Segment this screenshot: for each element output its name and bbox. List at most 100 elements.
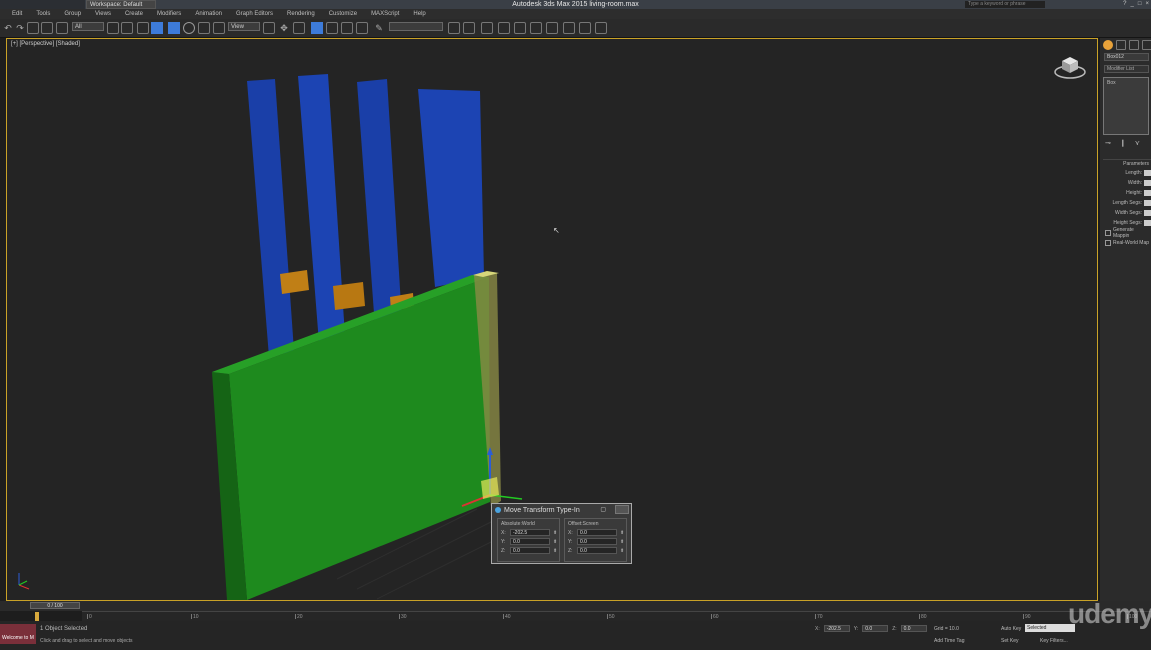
param-height-segs-field[interactable] <box>1144 220 1151 226</box>
percent-snap-icon[interactable] <box>341 22 353 34</box>
menu-create[interactable]: Create <box>125 9 143 19</box>
link-icon[interactable] <box>27 22 39 34</box>
menu-maxscript[interactable]: MAXScript <box>371 9 399 19</box>
place-icon[interactable] <box>213 22 225 34</box>
render-setup-icon[interactable] <box>579 22 591 34</box>
show-end-result-icon[interactable]: ❙ <box>1120 139 1126 147</box>
viewcube-icon[interactable] <box>1053 53 1087 81</box>
window-crossing-icon[interactable] <box>151 22 163 34</box>
window-controls: ? _ □ × <box>1123 0 1149 9</box>
menu-group[interactable]: Group <box>64 9 81 19</box>
hierarchy-tab-icon[interactable] <box>1129 40 1139 50</box>
minimize-button[interactable]: _ <box>1131 0 1134 9</box>
help-icon[interactable]: ? <box>1123 0 1126 9</box>
undo-icon[interactable]: ↶ <box>2 22 14 34</box>
menu-customize[interactable]: Customize <box>329 9 357 19</box>
graphite-toggle-icon[interactable] <box>514 22 526 34</box>
menu-animation[interactable]: Animation <box>195 9 222 19</box>
coord-y-label: Y: <box>853 625 859 632</box>
time-slider[interactable]: 0 / 100 <box>30 602 80 609</box>
stack-item-box[interactable]: Box <box>1104 78 1148 88</box>
search-input[interactable]: Type a keyword or phrase <box>965 1 1045 8</box>
menu-views[interactable]: Views <box>95 9 111 19</box>
menu-edit[interactable]: Edit <box>12 9 22 19</box>
reference-coordinate-dropdown[interactable]: View <box>228 22 260 31</box>
scene-explorer-icon[interactable] <box>481 22 493 34</box>
abs-z-spinner[interactable]: ⬍ <box>553 548 557 554</box>
menu-modifiers[interactable]: Modifiers <box>157 9 181 19</box>
dialog-close-button[interactable] <box>615 505 629 514</box>
off-z-spinner[interactable]: ⬍ <box>620 548 624 554</box>
menu-help[interactable]: Help <box>413 9 425 19</box>
create-tab-icon[interactable] <box>1103 40 1113 50</box>
menu-graph-editors[interactable]: Graph Editors <box>236 9 273 19</box>
coord-x-field[interactable]: -202.5 <box>823 625 850 632</box>
modifier-stack[interactable]: Box <box>1103 77 1149 135</box>
auto-key-button[interactable]: Auto Key <box>1001 626 1021 632</box>
edit-named-selection-icon[interactable]: ✎ <box>373 22 385 34</box>
snap-toggle-icon[interactable] <box>311 22 323 34</box>
abs-y-spinner[interactable]: ⬍ <box>553 539 557 545</box>
object-name-field[interactable]: Box012 <box>1104 53 1149 61</box>
unlink-icon[interactable] <box>41 22 53 34</box>
select-object-icon[interactable] <box>107 22 119 34</box>
curve-editor-icon[interactable] <box>530 22 542 34</box>
abs-x-field[interactable]: -202.5 <box>510 529 550 536</box>
keyboard-shortcut-icon[interactable] <box>293 22 305 34</box>
dialog-title: Move Transform Type-In <box>504 506 580 514</box>
generate-mapping-checkbox[interactable]: Generate Mappin <box>1103 227 1151 239</box>
param-length-label: Length: <box>1125 170 1142 176</box>
coord-z-field[interactable]: 0.0 <box>900 625 927 632</box>
close-button[interactable]: × <box>1145 0 1149 9</box>
bind-space-warp-icon[interactable] <box>56 22 68 34</box>
off-x-field[interactable]: 0.0 <box>577 529 617 536</box>
named-selection-dropdown[interactable] <box>389 22 443 31</box>
mirror-icon[interactable] <box>448 22 460 34</box>
off-y-spinner[interactable]: ⬍ <box>620 539 624 545</box>
select-and-scale-icon[interactable] <box>198 22 210 34</box>
coord-y-field[interactable]: 0.0 <box>862 625 889 632</box>
real-world-map-checkbox[interactable]: Real-World Map <box>1103 238 1151 248</box>
parameters-rollout-title[interactable]: Parameters <box>1103 159 1151 168</box>
key-filters-button[interactable]: Key Filters... <box>1040 638 1068 644</box>
abs-x-spinner[interactable]: ⬍ <box>553 530 557 536</box>
select-by-name-icon[interactable] <box>121 22 133 34</box>
modify-tab-icon[interactable] <box>1116 40 1126 50</box>
select-and-move-icon[interactable] <box>168 22 180 34</box>
spinner-snap-icon[interactable] <box>356 22 368 34</box>
set-key-button[interactable]: Set Key <box>1001 638 1019 644</box>
schematic-view-icon[interactable] <box>546 22 558 34</box>
maxscript-listener[interactable]: Welcome to M <box>0 624 36 644</box>
abs-z-field[interactable]: 0.0 <box>510 547 550 554</box>
param-height-field[interactable] <box>1144 190 1151 196</box>
render-production-icon[interactable] <box>595 22 607 34</box>
dialog-minimize-button[interactable]: ▢ <box>600 506 606 513</box>
abs-y-field[interactable]: 0.0 <box>510 538 550 545</box>
angle-snap-icon[interactable] <box>326 22 338 34</box>
redo-icon[interactable]: ↷ <box>14 22 26 34</box>
param-length-segs-field[interactable] <box>1144 200 1151 206</box>
selection-filter-dropdown[interactable]: All <box>72 22 104 31</box>
param-width-field[interactable] <box>1144 180 1151 186</box>
off-z-field[interactable]: 0.0 <box>577 547 617 554</box>
param-length-field[interactable] <box>1144 170 1151 176</box>
add-time-tag-button[interactable]: Add Time Tag <box>934 638 964 644</box>
align-icon[interactable] <box>463 22 475 34</box>
material-editor-icon[interactable] <box>563 22 575 34</box>
modifier-list-dropdown[interactable]: Modifier List <box>1104 65 1149 73</box>
dialog-header[interactable]: Move Transform Type-In <box>492 504 631 516</box>
off-x-spinner[interactable]: ⬍ <box>620 530 624 536</box>
motion-tab-icon[interactable] <box>1142 40 1151 50</box>
off-y-field[interactable]: 0.0 <box>577 538 617 545</box>
maximize-button[interactable]: □ <box>1138 0 1142 9</box>
param-width-segs-field[interactable] <box>1144 210 1151 216</box>
pin-stack-icon[interactable]: ⊸ <box>1105 139 1111 147</box>
menu-rendering[interactable]: Rendering <box>287 9 315 19</box>
layer-explorer-icon[interactable] <box>498 22 510 34</box>
menu-tools[interactable]: Tools <box>36 9 50 19</box>
make-unique-icon[interactable]: ⋎ <box>1135 139 1140 147</box>
select-manipulate-icon[interactable]: ✥ <box>278 22 290 34</box>
pivot-center-icon[interactable] <box>263 22 275 34</box>
select-and-rotate-icon[interactable] <box>183 22 195 34</box>
rectangle-selection-icon[interactable] <box>137 22 149 34</box>
